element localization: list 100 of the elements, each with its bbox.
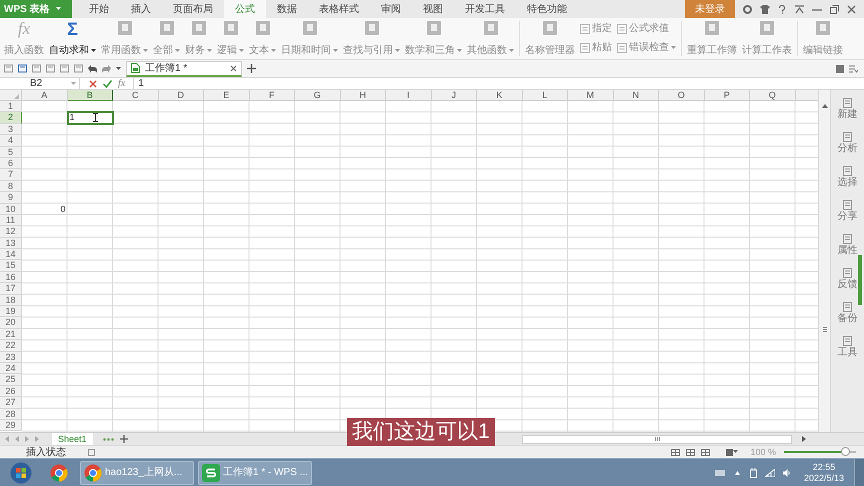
table-cell[interactable]: 1 [68,112,113,124]
column-header[interactable]: B [68,90,113,101]
panel-handle[interactable] [858,255,862,305]
keyboard-icon[interactable] [714,470,725,476]
scroll-up-icon[interactable] [822,104,828,108]
column-header[interactable]: M [568,90,614,101]
side-panel-button[interactable]: 新建 [838,98,858,120]
page-icon[interactable] [726,448,734,456]
row-header[interactable]: 22 [0,340,22,352]
horizontal-scrollbar[interactable] [522,434,792,444]
column-header[interactable]: Q [750,90,796,101]
slider-thumb[interactable] [841,447,850,456]
row-header[interactable]: 28 [0,408,22,420]
column-header[interactable]: K [477,90,522,101]
clock[interactable]: 22:55 2022/5/13 [804,462,844,484]
page-layout-icon[interactable] [686,448,696,456]
side-panel-button[interactable]: 选择 [838,166,858,188]
show-hidden-icon[interactable] [734,470,740,474]
browser-icon[interactable] [50,464,68,482]
document-tab[interactable]: 工作簿1 * [126,60,242,76]
column-header[interactable]: D [158,90,204,101]
taskbar-button[interactable]: hao123_上网从... [80,460,194,484]
settings-icon[interactable] [743,4,752,14]
menu-tab[interactable]: 插入 [120,0,162,18]
row-header[interactable]: 5 [0,146,22,158]
row-header[interactable]: 12 [0,226,22,238]
folder-icon[interactable] [4,64,13,73]
row-header[interactable]: 21 [0,328,22,340]
menu-tab[interactable]: 开发工具 [454,0,516,18]
column-header[interactable]: O [659,90,704,101]
side-panel-button[interactable]: 备份 [838,302,858,324]
row-header[interactable]: 10 [0,204,22,215]
column-header[interactable]: P [704,90,750,101]
row-header[interactable]: 29 [0,420,22,432]
taskbar-button[interactable]: 工作簿1 * - WPS ... [198,460,312,484]
column-header[interactable]: J [432,90,477,101]
scroll-right-icon[interactable] [802,436,806,442]
caret-icon[interactable] [91,48,96,52]
next-sheet-icon[interactable] [24,436,30,442]
close-icon[interactable] [230,64,237,72]
grip-icon[interactable] [822,327,826,332]
help-icon[interactable] [778,4,787,14]
side-panel-button[interactable]: 分享 [838,200,858,222]
side-panel-button[interactable]: 工具 [838,336,858,358]
row-header[interactable]: 3 [0,124,22,136]
column-header[interactable]: G [295,90,340,101]
column-header[interactable]: C [113,90,158,101]
ribbon-button[interactable]: Σ 自动求和 [47,18,98,59]
menu-tab[interactable]: 开始 [78,0,120,18]
row-header[interactable]: 17 [0,283,22,295]
vertical-scrollbar[interactable] [818,90,830,432]
confirm-icon[interactable] [103,80,112,88]
login-button[interactable]: 未登录 [685,0,735,18]
browser-icon[interactable] [84,464,102,482]
save-icon[interactable] [18,64,27,73]
restore-icon[interactable] [830,4,839,14]
row-header[interactable]: 27 [0,397,22,409]
first-sheet-icon[interactable] [4,436,10,442]
shirt-icon[interactable] [760,4,770,14]
more-icon[interactable] [102,438,114,440]
collapse-icon[interactable] [795,4,804,14]
volume-icon[interactable] [782,468,790,476]
preview-icon[interactable] [60,64,69,73]
print-icon[interactable] [46,64,55,73]
column-header[interactable]: L [522,90,568,101]
row-header[interactable]: 23 [0,352,22,363]
column-header[interactable]: E [204,90,250,101]
row-header[interactable]: 26 [0,386,22,398]
undo-icon[interactable] [88,64,97,72]
row-header[interactable]: 16 [0,272,22,284]
macro-icon[interactable] [88,448,95,456]
row-header[interactable]: 25 [0,374,22,386]
row-header[interactable]: 2 [0,112,22,124]
menu-tab[interactable]: 页面布局 [162,0,224,18]
options-icon[interactable] [849,64,858,72]
name-box[interactable]: B2 [0,78,80,89]
row-header[interactable]: 11 [0,214,22,226]
row-header[interactable]: 19 [0,306,22,318]
menu-tab[interactable]: 数据 [266,0,308,18]
row-header[interactable]: 8 [0,180,22,192]
column-header[interactable]: F [250,90,295,101]
side-panel-button[interactable]: 分析 [838,132,858,154]
row-header[interactable]: 18 [0,294,22,306]
menu-tab[interactable]: 表格样式 [308,0,370,18]
normal-view-icon[interactable] [671,448,680,456]
row-header[interactable]: 14 [0,249,22,260]
export-icon[interactable] [32,64,41,73]
row-header[interactable]: 4 [0,135,22,147]
column-header[interactable]: H [340,90,386,101]
start-button[interactable] [10,462,32,484]
menu-tab[interactable]: 特色功能 [516,0,578,18]
row-header[interactable]: 20 [0,317,22,329]
row-header[interactable]: 24 [0,362,22,374]
insert-function-button[interactable]: fx [118,78,126,89]
menu-tab[interactable]: 视图 [412,0,454,18]
grip-icon[interactable] [654,437,660,441]
row-header[interactable]: 13 [0,238,22,250]
app-menu-button[interactable]: WPS 表格 [0,0,72,18]
window-icon[interactable] [836,64,844,72]
close-icon[interactable] [847,4,856,14]
